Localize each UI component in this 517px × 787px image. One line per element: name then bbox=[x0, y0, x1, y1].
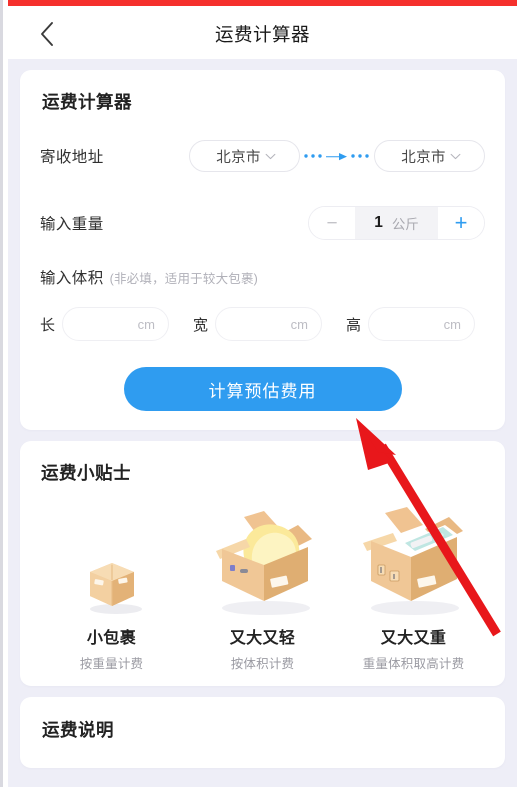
tip-description: 按重量计费 bbox=[79, 657, 144, 671]
tips-card-title: 运费小贴士 bbox=[41, 463, 131, 483]
weight-stepper: − 1 公斤 + bbox=[308, 206, 485, 240]
chevron-down-icon bbox=[265, 153, 276, 159]
weight-value-field[interactable]: 1 公斤 bbox=[355, 207, 438, 239]
tip-item-big-light[interactable]: 又大又轻 按体积计费 bbox=[187, 491, 338, 672]
calculator-card-title: 运费计算器 bbox=[42, 92, 132, 112]
volume-fields: 长 cm 宽 cm 高 cm bbox=[40, 307, 485, 341]
tip-item-big-heavy[interactable]: 又大又重 重量体积取高计费 bbox=[338, 491, 489, 672]
tips-card: 运费小贴士 小包裹 按重量计费 又大又轻 按体积计费 又大又重 重量体积取高计费 bbox=[20, 441, 505, 686]
length-unit: cm bbox=[137, 316, 156, 332]
address-controls: 北京市 北京市 bbox=[189, 140, 485, 172]
weight-decrement-button[interactable]: − bbox=[309, 207, 355, 239]
submit-row: 计算预估费用 bbox=[40, 367, 485, 411]
tip-name: 又大又重 bbox=[380, 630, 447, 647]
length-input[interactable]: cm bbox=[62, 307, 170, 341]
tip-name: 小包裹 bbox=[86, 630, 137, 647]
length-field-group: 长 cm bbox=[40, 307, 179, 341]
dotted-arrow-right-icon bbox=[304, 153, 369, 161]
calculator-card: 运费计算器 寄收地址 北京市 北京市 输入重量 − 1 公斤 + 输入体积 (非… bbox=[20, 70, 505, 430]
address-row: 寄收地址 北京市 北京市 bbox=[40, 140, 485, 172]
height-field-group: 高 cm bbox=[346, 307, 485, 341]
weight-unit: 公斤 bbox=[391, 217, 419, 232]
shipping-notes-title: 运费说明 bbox=[42, 720, 114, 740]
weight-row: 输入重量 − 1 公斤 + bbox=[40, 206, 485, 240]
volume-hint: (非必填，适用于较大包裹) bbox=[109, 272, 259, 286]
open-box-pillow-icon bbox=[215, 511, 312, 615]
to-city-select[interactable]: 北京市 bbox=[374, 140, 485, 172]
volume-header: 输入体积 (非必填，适用于较大包裹) bbox=[40, 266, 485, 288]
width-unit: cm bbox=[290, 316, 309, 332]
open-box-heavy-icon bbox=[362, 507, 463, 615]
weight-increment-button[interactable]: + bbox=[438, 207, 484, 239]
address-label: 寄收地址 bbox=[40, 149, 104, 166]
small-closed-box-icon bbox=[89, 563, 142, 614]
height-label: 高 bbox=[346, 316, 362, 334]
navigation-bar: 运费计算器 bbox=[8, 6, 517, 59]
from-city-value: 北京市 bbox=[216, 149, 261, 166]
chevron-down-icon bbox=[450, 153, 461, 159]
page-scroll-area[interactable]: 运费计算器 寄收地址 北京市 北京市 输入重量 − 1 公斤 + 输入体积 (非… bbox=[8, 59, 517, 787]
minus-icon: − bbox=[326, 212, 338, 234]
weight-value: 1 bbox=[374, 214, 383, 231]
calculate-estimate-button[interactable]: 计算预估费用 bbox=[123, 367, 402, 411]
tip-art bbox=[202, 491, 324, 619]
width-label: 宽 bbox=[193, 316, 209, 334]
page-title: 运费计算器 bbox=[214, 24, 310, 45]
height-unit: cm bbox=[443, 316, 462, 332]
plus-icon: + bbox=[454, 210, 468, 235]
volume-label: 输入体积 bbox=[40, 270, 104, 287]
tip-name: 又大又轻 bbox=[229, 630, 296, 647]
tip-art bbox=[353, 491, 475, 619]
tip-art bbox=[76, 491, 148, 619]
length-label: 长 bbox=[40, 316, 56, 334]
tips-grid: 小包裹 按重量计费 又大又轻 按体积计费 又大又重 重量体积取高计费 bbox=[36, 491, 489, 672]
to-city-value: 北京市 bbox=[401, 149, 446, 166]
width-field-group: 宽 cm bbox=[193, 307, 332, 341]
from-city-select[interactable]: 北京市 bbox=[189, 140, 300, 172]
app-root: 运费计算器 运费计算器 寄收地址 北京市 北京市 输入重量 − 1 公斤 + 输… bbox=[0, 0, 517, 787]
shipping-notes-card: 运费说明 bbox=[20, 697, 505, 768]
tip-item-small-parcel[interactable]: 小包裹 按重量计费 bbox=[36, 491, 187, 672]
tip-description: 按体积计费 bbox=[230, 657, 295, 671]
height-input[interactable]: cm bbox=[368, 307, 476, 341]
weight-label: 输入重量 bbox=[40, 216, 104, 233]
width-input[interactable]: cm bbox=[215, 307, 323, 341]
tip-description: 重量体积取高计费 bbox=[362, 657, 465, 671]
